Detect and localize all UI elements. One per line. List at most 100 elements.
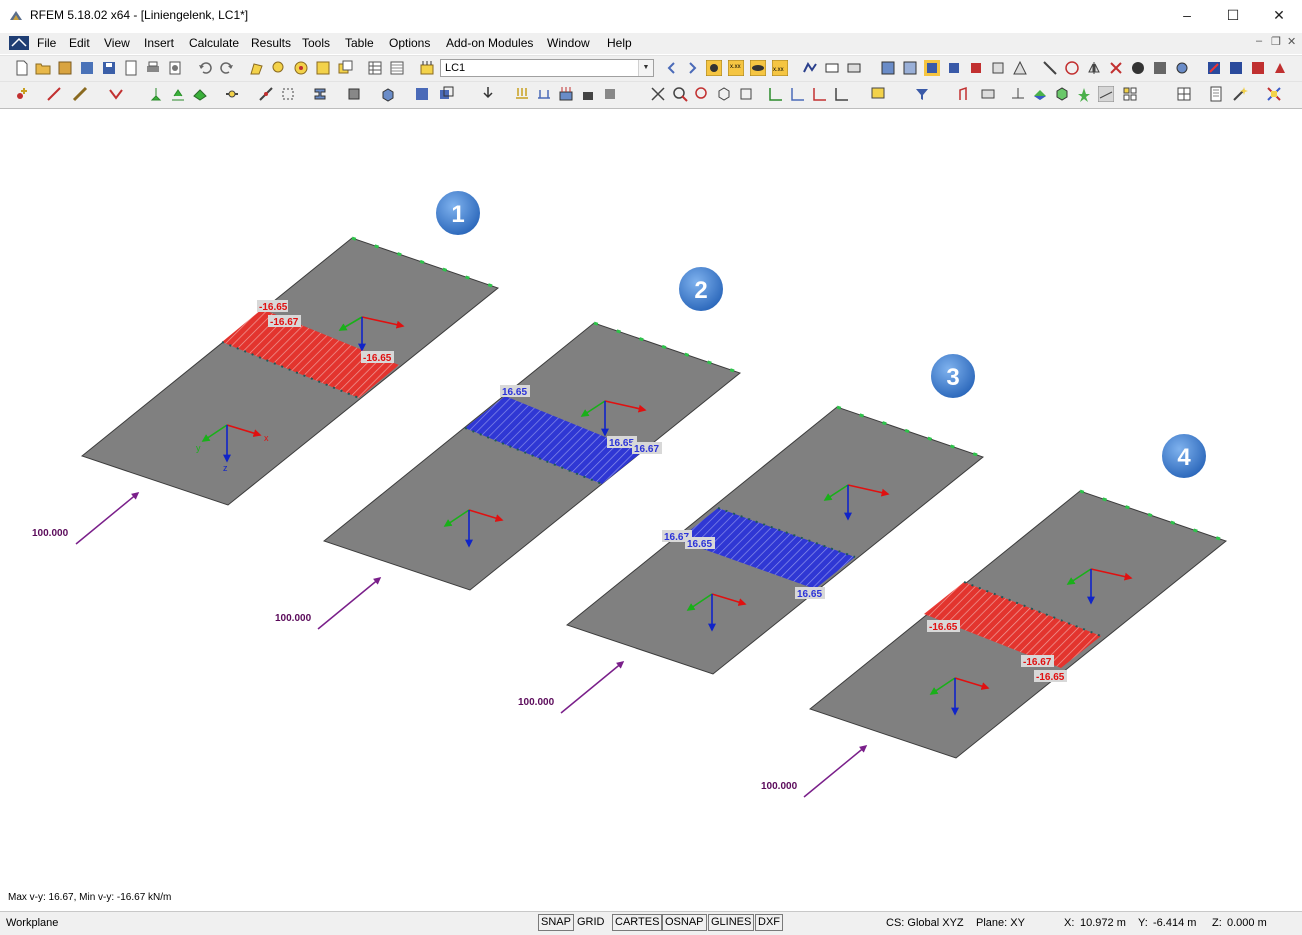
mdi-close-icon[interactable]: ✕ bbox=[1287, 35, 1296, 48]
menu-add-on-modules[interactable]: Add-on Modules bbox=[446, 36, 533, 50]
print-report-icon[interactable] bbox=[1208, 86, 1224, 102]
load-surface-icon[interactable] bbox=[558, 86, 574, 102]
find-icon[interactable] bbox=[271, 60, 287, 76]
cartes-toggle[interactable]: CARTES bbox=[612, 914, 663, 931]
delete-icon[interactable] bbox=[1108, 60, 1124, 76]
guideline-icon[interactable] bbox=[1010, 86, 1026, 102]
redo-icon[interactable] bbox=[219, 60, 235, 76]
glines-toggle[interactable]: GLINES bbox=[708, 914, 755, 931]
extreme-values-icon[interactable]: x.xx bbox=[772, 60, 788, 76]
mirror-icon[interactable] bbox=[1086, 60, 1102, 76]
cross-section-icon[interactable] bbox=[312, 86, 328, 102]
chevron-down-icon[interactable]: ▼ bbox=[638, 60, 653, 76]
wizard-icon[interactable] bbox=[1232, 86, 1248, 102]
report-icon[interactable] bbox=[123, 60, 139, 76]
dxf-toggle[interactable]: DXF bbox=[755, 914, 783, 931]
view-box-icon[interactable] bbox=[738, 86, 754, 102]
load-imperfection-icon[interactable] bbox=[602, 86, 618, 102]
menu-file[interactable]: File bbox=[37, 36, 56, 50]
grid-toggle[interactable]: GRID bbox=[574, 914, 608, 931]
nodal-values-icon[interactable] bbox=[650, 86, 666, 102]
menu-tools[interactable]: Tools bbox=[302, 36, 330, 50]
load-line-icon[interactable] bbox=[536, 86, 552, 102]
mdi-restore-icon[interactable]: ❐ bbox=[1271, 35, 1281, 48]
open-icon[interactable] bbox=[35, 60, 51, 76]
color-scale-icon[interactable] bbox=[1032, 86, 1048, 102]
undo-icon[interactable] bbox=[197, 60, 213, 76]
save-icon[interactable] bbox=[101, 60, 117, 76]
menu-help[interactable]: Help bbox=[607, 36, 632, 50]
load-node-icon[interactable] bbox=[480, 86, 496, 102]
measure-icon[interactable] bbox=[1042, 60, 1058, 76]
smoothing-icon[interactable] bbox=[846, 60, 862, 76]
result-values-icon[interactable]: x.xx bbox=[728, 60, 744, 76]
filter-icon[interactable] bbox=[914, 86, 930, 102]
menu-results[interactable]: Results bbox=[251, 36, 291, 50]
intersection-icon[interactable] bbox=[438, 86, 454, 102]
support-icon[interactable] bbox=[148, 86, 164, 102]
layout-icon[interactable] bbox=[1122, 86, 1138, 102]
acrobat-icon[interactable] bbox=[1272, 60, 1288, 76]
menu-view[interactable]: View bbox=[104, 36, 130, 50]
print-icon[interactable] bbox=[145, 60, 161, 76]
next-load-case-icon[interactable] bbox=[684, 60, 700, 76]
zoom-area-icon[interactable] bbox=[694, 86, 710, 102]
load-member-icon[interactable] bbox=[514, 86, 530, 102]
render-icon[interactable] bbox=[1130, 60, 1146, 76]
load-case-select[interactable]: LC1 ▼ bbox=[440, 59, 654, 77]
save-all-icon[interactable] bbox=[79, 60, 95, 76]
comment-icon[interactable] bbox=[980, 86, 996, 102]
load-solid-icon[interactable] bbox=[580, 86, 596, 102]
settings-icon[interactable] bbox=[1174, 60, 1190, 76]
perspective-icon[interactable] bbox=[1012, 60, 1028, 76]
export-pdf-icon[interactable] bbox=[1250, 60, 1266, 76]
zoom-results-icon[interactable] bbox=[672, 86, 688, 102]
color-settings-icon[interactable] bbox=[1266, 86, 1282, 102]
view-z-icon[interactable] bbox=[990, 60, 1006, 76]
dimension-icon[interactable] bbox=[958, 86, 974, 102]
menu-options[interactable]: Options bbox=[389, 36, 430, 50]
screenshot-icon[interactable] bbox=[1152, 60, 1168, 76]
edit-object-icon[interactable] bbox=[249, 60, 265, 76]
view-x-icon[interactable] bbox=[946, 60, 962, 76]
view-grid-icon[interactable] bbox=[902, 60, 918, 76]
insert-line-icon[interactable] bbox=[46, 86, 62, 102]
close-button[interactable]: ✕ bbox=[1256, 0, 1302, 31]
osnap-toggle[interactable]: OSNAP bbox=[662, 914, 707, 931]
mdi-minimize-icon[interactable]: – bbox=[1256, 35, 1262, 47]
insert-member-icon[interactable] bbox=[72, 86, 88, 102]
surface-support-icon[interactable] bbox=[192, 86, 208, 102]
previous-load-case-icon[interactable] bbox=[664, 60, 680, 76]
section-icon[interactable] bbox=[824, 60, 840, 76]
line-support-icon[interactable] bbox=[170, 86, 186, 102]
display-icon[interactable] bbox=[870, 86, 886, 102]
deformation-icon[interactable] bbox=[802, 60, 818, 76]
new-file-icon[interactable] bbox=[14, 60, 30, 76]
surface-icon[interactable] bbox=[346, 86, 362, 102]
menu-edit[interactable]: Edit bbox=[69, 36, 90, 50]
axis-x-icon[interactable] bbox=[768, 86, 784, 102]
solid-icon[interactable] bbox=[380, 86, 396, 102]
clipping-icon[interactable] bbox=[1064, 60, 1080, 76]
menu-table[interactable]: Table bbox=[345, 36, 374, 50]
menu-window[interactable]: Window bbox=[547, 36, 590, 50]
view-model-icon[interactable] bbox=[880, 60, 896, 76]
panel-toggle-icon[interactable] bbox=[1098, 86, 1114, 102]
axis-z-icon[interactable] bbox=[812, 86, 828, 102]
document-window-icon[interactable] bbox=[9, 36, 29, 50]
menu-calculate[interactable]: Calculate bbox=[189, 36, 239, 50]
view-iso-icon[interactable] bbox=[924, 60, 940, 76]
view-y-icon[interactable] bbox=[968, 60, 984, 76]
visibility-icon[interactable] bbox=[1076, 86, 1092, 102]
load-case-icon[interactable] bbox=[419, 60, 435, 76]
opening-icon[interactable] bbox=[414, 86, 430, 102]
navigator-icon[interactable] bbox=[389, 60, 405, 76]
export-ifc-icon[interactable] bbox=[1228, 60, 1244, 76]
copy-icon[interactable] bbox=[337, 60, 353, 76]
line-release-icon[interactable] bbox=[280, 86, 296, 102]
grid-layout-icon[interactable] bbox=[1176, 86, 1192, 102]
snap-toggle[interactable]: SNAP bbox=[538, 914, 574, 931]
export-icon[interactable] bbox=[1206, 60, 1222, 76]
maximize-button[interactable]: ☐ bbox=[1210, 0, 1256, 31]
print-graphic-icon[interactable] bbox=[167, 60, 183, 76]
